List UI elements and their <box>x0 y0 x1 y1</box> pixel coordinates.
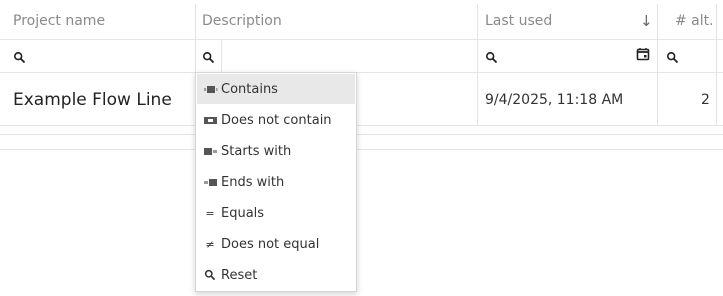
row-divider <box>0 125 723 126</box>
menu-item-contains[interactable]: Contains <box>197 74 355 104</box>
menu-item-does-not-equal[interactable]: ≠ Does not equal <box>197 229 355 259</box>
filter-search-icon[interactable] <box>13 51 26 64</box>
calendar-icon[interactable] <box>636 47 650 61</box>
ends-with-icon <box>202 177 218 188</box>
sort-descending-icon[interactable]: ↓ <box>640 12 653 30</box>
column-divider <box>657 4 658 125</box>
filter-search-icon[interactable] <box>202 51 215 64</box>
does-not-contain-icon <box>202 115 218 126</box>
column-divider <box>716 4 717 125</box>
menu-item-label: Starts with <box>221 143 292 159</box>
not-equal-icon: ≠ <box>205 237 215 251</box>
column-header-last-used[interactable]: Last used <box>485 13 552 29</box>
column-header-alt-count[interactable]: # alt. <box>675 13 714 29</box>
filter-input-divider <box>221 40 222 72</box>
column-header-project-name[interactable]: Project name <box>13 13 105 29</box>
filter-row-divider <box>0 72 723 73</box>
equals-icon: = <box>205 206 215 220</box>
grid-footer-border <box>0 149 723 150</box>
cell-alt-count: 2 <box>701 92 710 108</box>
menu-item-label: Does not equal <box>221 236 320 252</box>
data-grid: Project name Description Last used ↓ # a… <box>0 0 723 150</box>
menu-item-label: Contains <box>221 81 278 97</box>
search-icon <box>202 269 218 281</box>
contains-icon <box>202 84 218 95</box>
starts-with-icon <box>202 146 218 157</box>
column-divider <box>477 4 478 125</box>
menu-item-ends-with[interactable]: Ends with <box>197 167 355 197</box>
menu-item-label: Equals <box>221 205 265 221</box>
menu-item-label: Ends with <box>221 174 285 190</box>
menu-item-reset[interactable]: Reset <box>197 260 355 290</box>
menu-item-equals[interactable]: = Equals <box>197 198 355 228</box>
header-divider <box>0 39 723 40</box>
menu-item-starts-with[interactable]: Starts with <box>197 136 355 166</box>
grid-footer-border <box>0 134 723 135</box>
cell-project-name[interactable]: Example Flow Line <box>13 90 172 110</box>
filter-operator-menu: Contains Does not contain Starts with En… <box>195 72 357 292</box>
filter-search-icon[interactable] <box>485 51 498 64</box>
filter-search-icon[interactable] <box>666 51 679 64</box>
menu-item-label: Reset <box>221 267 258 283</box>
menu-item-does-not-contain[interactable]: Does not contain <box>197 105 355 135</box>
menu-item-label: Does not contain <box>221 112 332 128</box>
column-header-description[interactable]: Description <box>202 13 282 29</box>
cell-last-used: 9/4/2025, 11:18 AM <box>485 92 624 108</box>
